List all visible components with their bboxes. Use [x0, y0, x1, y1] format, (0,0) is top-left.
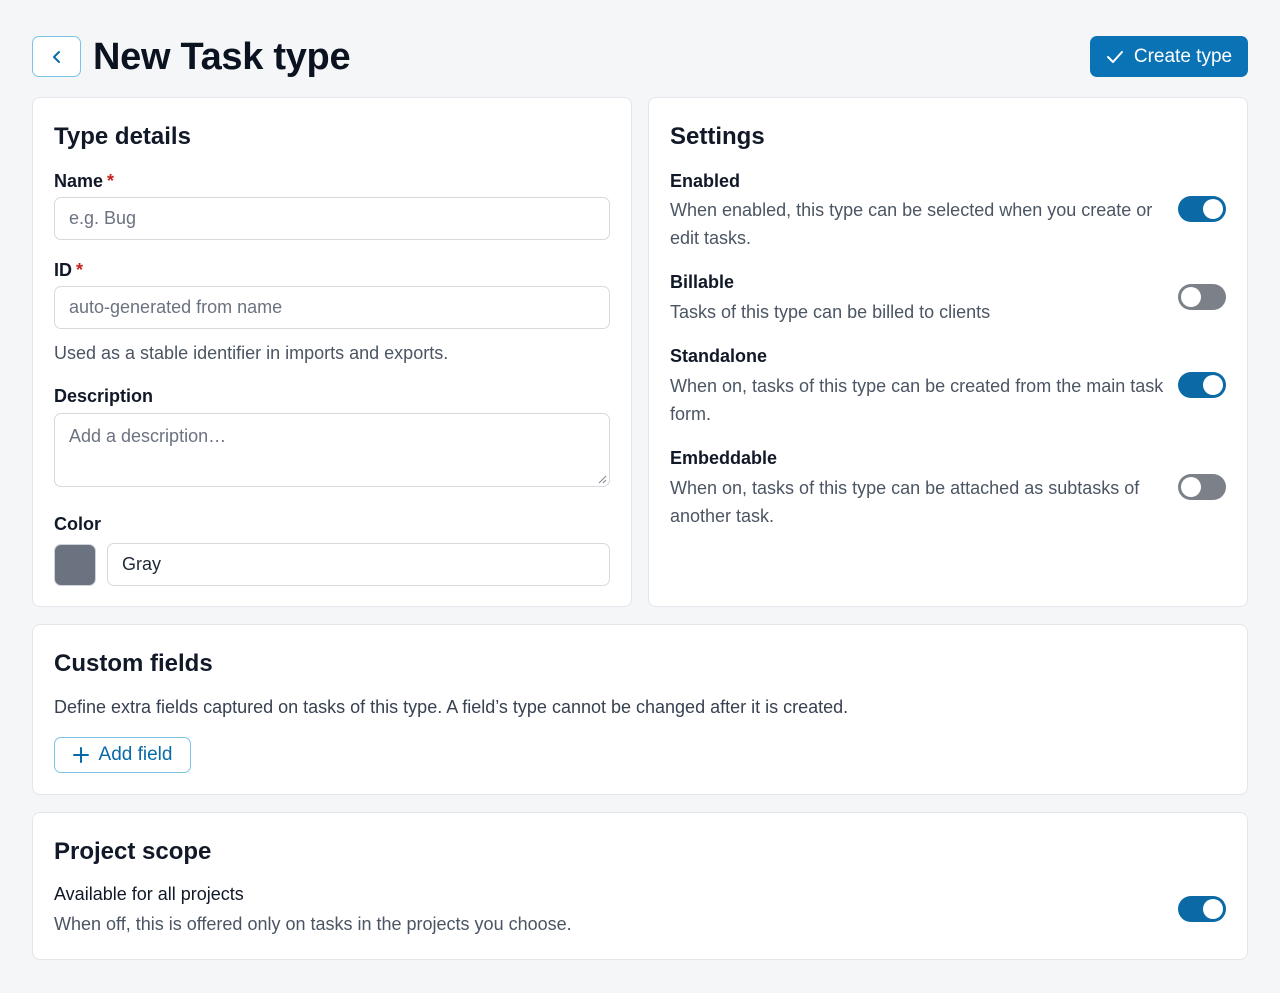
description-placeholder: Add a description… [69, 426, 227, 446]
id-input[interactable]: auto-generated from name [54, 286, 610, 329]
plus-icon [72, 747, 89, 763]
type-details-card: Type details Name * e.g. Bug ID * auto-gen… [32, 97, 632, 607]
description-textarea[interactable]: Add a description… [54, 413, 610, 487]
all-projects-title: Available for all projects [54, 884, 244, 904]
page-title: New Task type [93, 36, 351, 78]
toggle-knob [1203, 899, 1223, 919]
toggle-knob [1203, 199, 1223, 219]
billable-title: Billable [670, 272, 735, 292]
custom-fields-title: Custom fields [54, 650, 213, 677]
type-details-title: Type details [54, 123, 191, 150]
toggle-knob [1203, 375, 1223, 395]
required-mark: * [76, 260, 84, 280]
name-label: Name * [54, 171, 115, 191]
color-input[interactable]: Gray [107, 543, 610, 586]
standalone-title: Standalone [670, 346, 768, 366]
standalone-desc: When on, tasks of this type can be creat… [670, 376, 1164, 424]
required-mark: * [107, 171, 115, 191]
page-bottom-strip [0, 961, 1280, 993]
description-label: Description [54, 386, 154, 406]
create-type-button[interactable]: Create type [1090, 36, 1248, 77]
toggle-knob [1181, 477, 1201, 497]
all-projects-toggle[interactable] [1178, 896, 1226, 922]
check-icon [1106, 50, 1123, 63]
settings-card: Settings Enabled When enabled, this type… [648, 97, 1248, 607]
standalone-toggle[interactable] [1178, 372, 1226, 398]
color-label: Color [54, 514, 101, 534]
color-value: Gray [122, 554, 162, 574]
id-help-text: Used as a stable identifier in imports a… [54, 343, 449, 363]
project-scope-card: Project scope Available for all projects… [32, 812, 1248, 960]
enabled-toggle[interactable] [1178, 196, 1226, 222]
toggle-knob [1181, 287, 1201, 307]
billable-toggle[interactable] [1178, 284, 1226, 310]
name-placeholder: e.g. Bug [69, 208, 137, 228]
create-type-label: Create type [1133, 45, 1233, 67]
add-field-label: Add field [98, 744, 173, 765]
custom-fields-desc: Define extra fields captured on tasks of… [54, 697, 849, 717]
page-header: New Task type Create type [32, 36, 1248, 78]
settings-title: Settings [670, 123, 765, 150]
all-projects-desc: When off, this is offered only on tasks … [54, 914, 572, 934]
enabled-desc: When enabled, this type can be selected … [670, 200, 1153, 248]
embeddable-toggle[interactable] [1178, 474, 1226, 500]
resize-grip-icon[interactable] [595, 472, 607, 484]
back-button[interactable] [32, 36, 81, 77]
enabled-title: Enabled [670, 171, 741, 191]
chevron-left-icon [52, 50, 60, 63]
name-input[interactable]: e.g. Bug [54, 197, 610, 240]
id-label: ID * [54, 260, 84, 280]
page: New Task type Create type Type details N… [0, 0, 1280, 993]
custom-fields-card: Custom fields Define extra fields captur… [32, 624, 1248, 795]
color-swatch[interactable] [54, 544, 96, 586]
billable-desc: Tasks of this type can be billed to clie… [670, 302, 991, 322]
project-scope-title: Project scope [54, 838, 212, 865]
add-field-button[interactable]: Add field [54, 737, 191, 773]
id-placeholder: auto-generated from name [69, 297, 283, 317]
embeddable-desc: When on, tasks of this type can be attac… [670, 478, 1140, 526]
embeddable-title: Embeddable [670, 448, 778, 468]
